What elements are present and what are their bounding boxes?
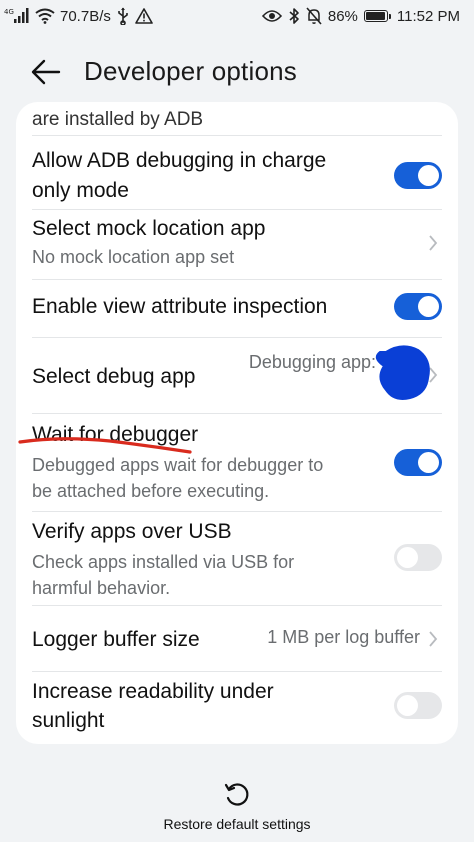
network-speed: 70.7B/s: [60, 7, 111, 25]
row-cut-off[interactable]: are installed by ADB: [16, 102, 458, 136]
battery-icon: [363, 10, 391, 22]
status-left: 4G 70.7B/s: [4, 7, 153, 25]
verify-usb-toggle[interactable]: [394, 544, 442, 571]
debug-app-title: Select debug app: [32, 365, 196, 388]
battery-fill: [365, 12, 385, 20]
cut-off-text: are installed by ADB: [32, 109, 204, 130]
wait-debugger-title: Wait for debugger: [32, 423, 199, 446]
row-select-debug-app[interactable]: Select debug app Debugging app:: [16, 338, 458, 414]
row-verify-apps-usb[interactable]: Verify apps over USB Check apps installe…: [16, 512, 458, 606]
readability-toggle[interactable]: [394, 692, 442, 719]
allow-adb-title-line2: only mode: [32, 179, 129, 202]
row-mock-location[interactable]: Select mock location app No mock locatio…: [16, 210, 458, 280]
wait-debugger-subtitle-line1: Debugged apps wait for debugger to: [32, 455, 324, 475]
verify-usb-subtitle-line1: Check apps installed via USB for: [32, 552, 295, 572]
bluetooth-icon: [288, 7, 300, 25]
allow-adb-toggle[interactable]: [394, 162, 442, 189]
status-right: 86% 11:52 PM: [261, 7, 460, 25]
mute-bell-icon: [306, 7, 322, 25]
allow-adb-title-line1: Allow ADB debugging in charge: [32, 149, 327, 172]
chevron-right-icon: [429, 631, 438, 647]
row-allow-adb-debugging[interactable]: Allow ADB debugging in charge only mode: [16, 136, 458, 210]
chevron-right-icon: [429, 235, 438, 251]
logger-buffer-title: Logger buffer size: [32, 628, 200, 651]
readability-title-line1: Increase readability under: [32, 680, 274, 703]
signal-icon: 4G: [4, 7, 30, 25]
clock: 11:52 PM: [396, 7, 460, 25]
warning-icon: [135, 8, 153, 24]
eye-icon: [261, 9, 282, 23]
page-title: Developer options: [84, 56, 297, 86]
restore-icon: [224, 783, 249, 806]
wait-debugger-subtitle-line2: be attached before executing.: [32, 481, 270, 501]
logger-buffer-value: 1 MB per log buffer: [267, 627, 420, 647]
mock-location-title: Select mock location app: [32, 217, 266, 240]
app-header: Developer options: [0, 44, 474, 100]
battery-percent: 86%: [327, 7, 358, 25]
readability-title-line2: sunlight: [32, 709, 105, 732]
row-wait-for-debugger[interactable]: Wait for debugger Debugged apps wait for…: [16, 414, 458, 512]
view-attribute-title: Enable view attribute inspection: [32, 295, 328, 318]
verify-usb-subtitle-line2: harmful behavior.: [32, 578, 171, 598]
row-logger-buffer-size[interactable]: Logger buffer size 1 MB per log buffer: [16, 606, 458, 672]
verify-usb-title: Verify apps over USB: [32, 520, 232, 543]
wifi-icon: [35, 8, 55, 24]
wait-debugger-toggle[interactable]: [394, 449, 442, 476]
chevron-right-icon: [429, 367, 438, 383]
back-arrow-icon: [31, 59, 61, 85]
restore-default-settings-button[interactable]: Restore default settings: [0, 770, 474, 840]
restore-label: Restore default settings: [163, 816, 311, 832]
status-bar: 4G 70.7B/s 86% 11:52 PM: [0, 0, 474, 34]
settings-card: are installed by ADB Allow ADB debugging…: [16, 102, 458, 744]
network-type: 4G: [4, 8, 14, 16]
debug-app-value: Debugging app:: [248, 352, 376, 372]
view-attribute-toggle[interactable]: [394, 293, 442, 320]
usb-icon: [116, 7, 130, 25]
row-view-attribute-inspection[interactable]: Enable view attribute inspection: [16, 280, 458, 338]
mock-location-subtitle: No mock location app set: [32, 247, 235, 267]
row-readability-sunlight[interactable]: Increase readability under sunlight: [16, 672, 458, 744]
back-button[interactable]: [26, 54, 66, 90]
